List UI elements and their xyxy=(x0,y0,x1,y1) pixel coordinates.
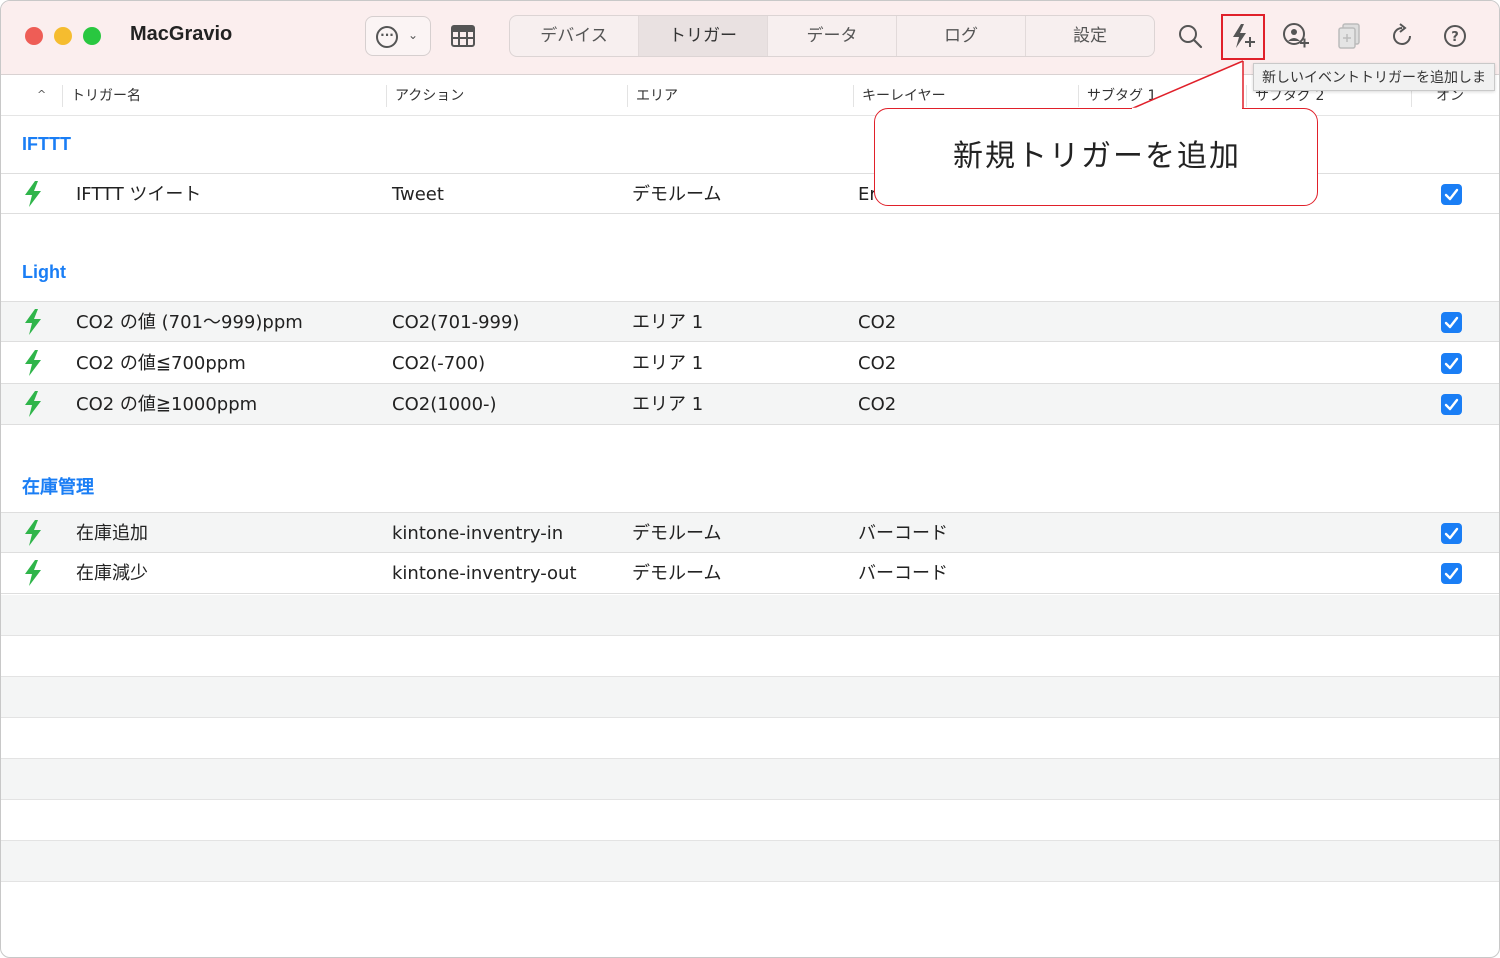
trigger-key-layer: CO2 xyxy=(858,394,897,415)
empty-row xyxy=(1,595,1499,636)
app-window: MacGravio ··· ⌄ デバイス トリガー データ ログ 設定 ? ^ … xyxy=(0,0,1500,958)
enabled-checkbox[interactable] xyxy=(1441,523,1462,544)
tab-triggers[interactable]: トリガー xyxy=(639,16,768,56)
trigger-key-layer: CO2 xyxy=(858,312,897,333)
layout-icon[interactable] xyxy=(451,25,475,51)
header-subtag-1[interactable]: サブタグ 1 xyxy=(1078,85,1156,107)
group-title: Light xyxy=(22,262,66,282)
header-action[interactable]: アクション xyxy=(386,85,464,107)
tooltip: 新しいイベントトリガーを追加しま xyxy=(1253,63,1495,91)
trigger-action: CO2(-700) xyxy=(392,353,486,374)
trigger-name: CO2 の値≧1000ppm xyxy=(76,394,258,415)
empty-row xyxy=(1,677,1499,718)
trigger-action: CO2(1000-) xyxy=(392,394,497,415)
header-area[interactable]: エリア xyxy=(627,85,678,107)
header-key-layer[interactable]: キーレイヤー xyxy=(853,85,946,107)
enabled-checkbox[interactable] xyxy=(1441,394,1462,415)
empty-row xyxy=(1,841,1499,882)
trigger-area: エリア 1 xyxy=(632,353,704,374)
bolt-icon xyxy=(23,391,43,421)
trigger-area: デモルーム xyxy=(632,523,722,544)
search-icon[interactable] xyxy=(1173,19,1207,53)
tab-devices[interactable]: デバイス xyxy=(510,16,639,56)
table-row[interactable]: CO2 の値≧1000ppm CO2(1000-) エリア 1 CO2 xyxy=(1,384,1499,425)
trigger-name: CO2 の値≦700ppm xyxy=(76,353,246,374)
trigger-area: エリア 1 xyxy=(632,312,704,333)
trigger-area: エリア 1 xyxy=(632,394,704,415)
add-location-icon[interactable] xyxy=(1279,19,1313,53)
ellipsis-icon: ··· xyxy=(376,26,398,48)
bolt-icon xyxy=(23,350,43,380)
chevron-down-icon: ⌄ xyxy=(408,28,419,42)
trigger-action: Tweet xyxy=(392,184,444,205)
table-row[interactable]: 在庫減少 kintone-inventry-out デモルーム バーコード xyxy=(1,553,1499,594)
svg-text:?: ? xyxy=(1451,30,1459,45)
group-title: 在庫管理 xyxy=(22,477,94,497)
tab-settings[interactable]: 設定 xyxy=(1026,16,1154,56)
table-row[interactable]: 在庫追加 kintone-inventry-in デモルーム バーコード xyxy=(1,512,1499,553)
trigger-name: CO2 の値 (701〜999)ppm xyxy=(76,312,303,333)
reload-icon[interactable] xyxy=(1385,19,1419,53)
group-title: IFTTT xyxy=(22,134,71,154)
header-trigger-name[interactable]: トリガー名 xyxy=(62,85,141,107)
empty-row xyxy=(1,800,1499,841)
empty-row xyxy=(1,636,1499,677)
enabled-checkbox[interactable] xyxy=(1441,312,1462,333)
zoom-window-button[interactable] xyxy=(83,27,101,45)
sort-ascending-icon[interactable]: ^ xyxy=(37,88,46,101)
trigger-area: デモルーム xyxy=(632,563,722,584)
close-window-button[interactable] xyxy=(25,27,43,45)
enabled-checkbox[interactable] xyxy=(1441,184,1462,205)
table-row[interactable]: CO2 の値 (701〜999)ppm CO2(701-999) エリア 1 C… xyxy=(1,301,1499,342)
trigger-key-layer: バーコード xyxy=(858,523,948,544)
main-tabs: デバイス トリガー データ ログ 設定 xyxy=(509,15,1155,57)
callout-text: 新規トリガーを追加 xyxy=(953,139,1241,174)
help-icon[interactable]: ? xyxy=(1438,19,1472,53)
trigger-action: kintone-inventry-in xyxy=(392,523,564,544)
empty-row xyxy=(1,718,1499,759)
table-row[interactable]: CO2 の値≦700ppm CO2(-700) エリア 1 CO2 xyxy=(1,343,1499,384)
empty-row xyxy=(1,759,1499,800)
tab-data[interactable]: データ xyxy=(768,16,897,56)
highlight-box xyxy=(1221,14,1265,60)
callout: 新規トリガーを追加 xyxy=(874,108,1318,206)
bolt-icon xyxy=(23,181,43,211)
trigger-area: デモルーム xyxy=(632,184,722,205)
trigger-action: CO2(701-999) xyxy=(392,312,520,333)
trigger-action: kintone-inventry-out xyxy=(392,563,577,584)
bolt-icon xyxy=(23,560,43,590)
enabled-checkbox[interactable] xyxy=(1441,353,1462,374)
enabled-checkbox[interactable] xyxy=(1441,563,1462,584)
trigger-name: IFTTT ツイート xyxy=(76,184,202,205)
trigger-key-layer: バーコード xyxy=(858,563,948,584)
minimize-window-button[interactable] xyxy=(54,27,72,45)
trigger-name: 在庫追加 xyxy=(76,523,148,544)
trigger-name: 在庫減少 xyxy=(76,563,148,584)
bolt-icon xyxy=(23,309,43,339)
copy-icon[interactable] xyxy=(1332,19,1366,53)
trigger-key-layer: CO2 xyxy=(858,353,897,374)
bolt-icon xyxy=(23,520,43,550)
more-menu-button[interactable]: ··· ⌄ xyxy=(365,16,431,56)
app-title: MacGravio xyxy=(130,23,233,45)
tab-log[interactable]: ログ xyxy=(897,16,1026,56)
